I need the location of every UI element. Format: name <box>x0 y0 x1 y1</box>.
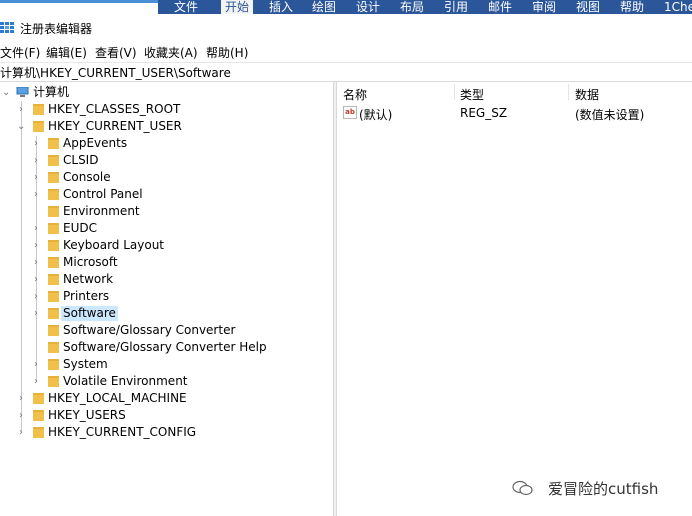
folder-icon <box>48 223 59 234</box>
ribbon-accent-stripe <box>0 0 158 3</box>
tree-label: Environment <box>63 204 140 218</box>
folder-icon <box>48 376 59 387</box>
chevron-right-icon[interactable]: › <box>32 169 40 186</box>
tree-label: HKEY_USERS <box>48 408 126 422</box>
title-bar <box>0 14 692 42</box>
chevron-right-icon[interactable]: › <box>32 254 40 271</box>
values-list-pane[interactable] <box>337 82 692 516</box>
value-type: REG_SZ <box>460 106 508 120</box>
tree-label: Microsoft <box>63 255 118 269</box>
chevron-right-icon[interactable]: › <box>17 407 25 424</box>
chevron-right-icon[interactable]: › <box>32 135 40 152</box>
folder-icon <box>48 325 59 336</box>
ribbon-tab-insert[interactable]: 插入 <box>269 0 293 14</box>
ribbon-left-background <box>0 0 158 14</box>
ribbon-tab-view[interactable]: 视图 <box>576 0 600 14</box>
tree-label: Software <box>61 306 118 321</box>
chevron-right-icon[interactable]: › <box>32 288 40 305</box>
folder-icon <box>48 274 59 285</box>
tree-label: Control Panel <box>63 187 143 201</box>
folder-icon <box>48 342 59 353</box>
tree-label: Volatile Environment <box>63 374 188 388</box>
chevron-right-icon[interactable]: › <box>32 152 40 169</box>
tree-label: Software/Glossary Converter <box>63 323 236 337</box>
chevron-right-icon[interactable]: › <box>17 424 25 441</box>
chevron-down-icon[interactable]: ⌄ <box>2 84 10 101</box>
chevron-down-icon[interactable]: ⌄ <box>17 118 25 135</box>
folder-icon <box>48 172 59 183</box>
tree-label: HKEY_CURRENT_USER <box>48 119 182 133</box>
tree-guide-line-root <box>21 101 22 431</box>
tree-label: AppEvents <box>63 136 128 150</box>
string-value-icon: ab <box>343 106 357 119</box>
folder-icon <box>33 104 44 115</box>
ribbon-tab-design[interactable]: 设计 <box>356 0 380 14</box>
folder-icon <box>33 427 44 438</box>
address-path[interactable]: 计算机\HKEY_CURRENT_USER\Software <box>0 64 231 81</box>
tree-label: Printers <box>63 289 110 303</box>
tree-label: CLSID <box>63 153 99 167</box>
word-ribbon-tabs: 文件 开始 插入 绘图 设计 布局 引用 邮件 审阅 视图 帮助 1Che <box>0 0 692 14</box>
ribbon-tab-references[interactable]: 引用 <box>444 0 468 14</box>
ribbon-tab-layout[interactable]: 布局 <box>400 0 424 14</box>
column-separator[interactable] <box>568 84 569 100</box>
tree-label: HKEY_CURRENT_CONFIG <box>48 425 197 439</box>
folder-icon <box>33 121 44 132</box>
menu-edit[interactable]: 编辑(E) <box>46 44 87 61</box>
folder-icon <box>33 393 44 404</box>
tree-label: System <box>63 357 108 371</box>
tree-label: EUDC <box>63 221 97 235</box>
column-header-data[interactable]: 数据 <box>575 86 599 103</box>
folder-icon <box>48 138 59 149</box>
wechat-icon <box>512 480 533 496</box>
ribbon-tab-draw[interactable]: 绘图 <box>312 0 336 14</box>
ribbon-tab-extra[interactable]: 1Che <box>664 0 692 14</box>
watermark-text: 爱冒险的cutfish <box>548 480 659 498</box>
column-header-type[interactable]: 类型 <box>460 86 484 103</box>
folder-icon <box>48 308 59 319</box>
folder-icon <box>48 189 59 200</box>
tree-label: HKEY_LOCAL_MACHINE <box>48 391 187 405</box>
tree-label: Keyboard Layout <box>63 238 165 252</box>
tree-label: Network <box>63 272 114 286</box>
chevron-right-icon[interactable]: › <box>32 373 40 390</box>
tree-label: 计算机 <box>33 85 70 99</box>
tree-label: HKEY_CLASSES_ROOT <box>48 102 181 116</box>
ribbon-tab-review[interactable]: 审阅 <box>532 0 556 14</box>
folder-icon <box>48 257 59 268</box>
menu-help[interactable]: 帮助(H) <box>206 44 248 61</box>
chevron-right-icon[interactable]: › <box>32 305 40 322</box>
folder-icon <box>48 240 59 251</box>
column-header-name[interactable]: 名称 <box>343 86 367 103</box>
ribbon-tab-mailings[interactable]: 邮件 <box>488 0 512 14</box>
chevron-right-icon[interactable]: › <box>32 271 40 288</box>
tree-label: Software/Glossary Converter Help <box>63 340 267 354</box>
menu-view[interactable]: 查看(V) <box>95 44 137 61</box>
ribbon-tab-file[interactable]: 文件 <box>174 0 198 14</box>
chevron-right-icon[interactable]: › <box>17 101 25 118</box>
value-name[interactable]: (默认) <box>359 106 392 123</box>
folder-icon <box>48 206 59 217</box>
tree-label: Console <box>63 170 111 184</box>
chevron-right-icon[interactable]: › <box>32 356 40 373</box>
folder-icon <box>48 359 59 370</box>
menu-favorites[interactable]: 收藏夹(A) <box>144 44 198 61</box>
folder-icon <box>33 410 44 421</box>
computer-icon <box>16 87 29 97</box>
ribbon-tab-help[interactable]: 帮助 <box>620 0 644 14</box>
window-title: 注册表编辑器 <box>20 22 93 36</box>
value-data: (数值未设置) <box>575 108 645 122</box>
regedit-app-icon <box>0 22 14 33</box>
folder-icon <box>48 155 59 166</box>
chevron-right-icon[interactable]: › <box>17 390 25 407</box>
chevron-right-icon[interactable]: › <box>32 220 40 237</box>
ribbon-tab-home[interactable]: 开始 <box>221 0 254 14</box>
chevron-right-icon[interactable]: › <box>32 237 40 254</box>
folder-icon <box>48 291 59 302</box>
chevron-right-icon[interactable]: › <box>32 186 40 203</box>
menu-file[interactable]: 文件(F) <box>0 44 40 61</box>
column-separator[interactable] <box>454 84 455 100</box>
